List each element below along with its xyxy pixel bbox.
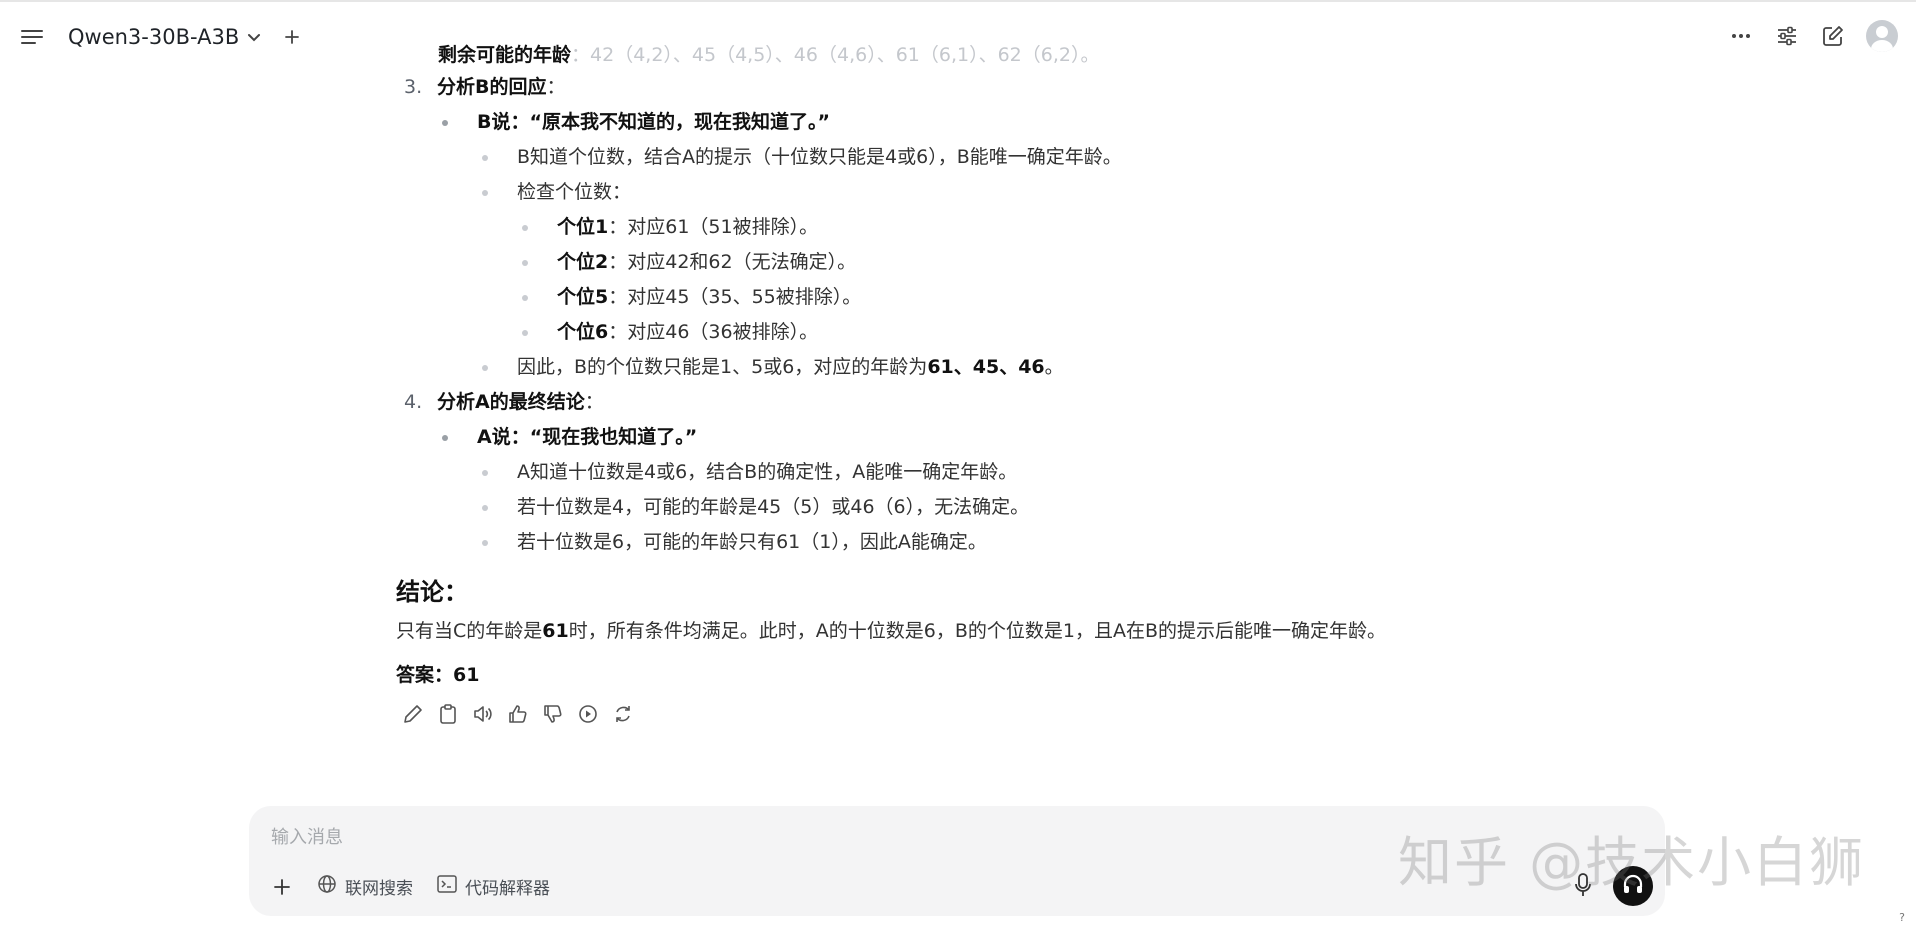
avatar[interactable]	[1866, 20, 1898, 52]
code-interpreter-label: 代码解释器	[465, 879, 550, 899]
list-item: B知道个位数，结合A的提示（十位数只能是4或6），B能唯一确定年龄。	[396, 140, 1476, 175]
attach-plus-icon[interactable]	[271, 876, 293, 898]
step-title: 分析B的回应	[437, 76, 547, 98]
list-item: 因此，B的个位数只能是1、5或6，对应的年龄为61、45、46。	[396, 350, 1476, 385]
conclusion-suffix: 时，所有条件均满足。此时，A的十位数是6，B的个位数是1，且A在B的提示后能唯一…	[568, 620, 1386, 642]
step-colon: ：	[546, 76, 566, 98]
conclusion-heading: 结论：	[396, 578, 468, 606]
message-actions	[402, 702, 634, 726]
web-search-label: 联网搜索	[345, 879, 413, 899]
regenerate-icon[interactable]	[612, 702, 634, 726]
digit-text: ：对应45（35、55被排除）。	[608, 286, 862, 308]
list-item: 检查个位数：	[396, 175, 1476, 210]
list-item: 个位2：对应42和62（无法确定）。	[396, 245, 1476, 280]
list-item: 若十位数是6，可能的年龄只有61（1），因此A能确定。	[396, 525, 1476, 560]
scrolled-line-label: 剩余可能的年龄	[438, 44, 572, 66]
list-item: 个位1：对应61（51被排除）。	[396, 210, 1476, 245]
scrolled-line-text: ：42（4,2）、45（4,5）、46（4,6）、61（6,1）、62（6,2）…	[571, 44, 1100, 66]
chevron-down-icon	[247, 28, 261, 47]
copy-icon[interactable]	[437, 702, 459, 726]
bullet	[442, 120, 448, 126]
bullet	[442, 435, 448, 441]
edit-icon[interactable]	[1820, 23, 1846, 49]
terminal-icon	[437, 875, 457, 898]
list-item-text: 检查个位数：	[517, 181, 632, 203]
scrolled-line: 剩余可能的年龄：42（4,2）、45（4,5）、46（4,6）、61（6,1）、…	[438, 40, 1099, 67]
digit-text: ：对应61（51被排除）。	[608, 216, 819, 238]
conclusion-text: 只有当C的年龄是61时，所有条件均满足。此时，A的十位数是6，B的个位数是1，且…	[396, 616, 1386, 643]
step-colon: ：	[584, 391, 604, 413]
list-item-text: A知道十位数是4或6，结合B的确定性，A能唯一确定年龄。	[517, 461, 1018, 483]
digit-label: 个位5	[557, 286, 609, 308]
bullet	[522, 330, 528, 336]
menu-icon[interactable]	[20, 25, 44, 49]
bullet	[482, 505, 488, 511]
list-item-text: 若十位数是4，可能的年龄是45（5）或46（6），无法确定。	[517, 496, 1030, 518]
watermark: 知乎 @技术小白狮	[1398, 831, 1866, 894]
therefore-suffix: 。	[1044, 356, 1064, 378]
play-icon[interactable]	[577, 702, 599, 726]
web-search-button[interactable]: 联网搜索	[317, 874, 413, 899]
edit-icon[interactable]	[402, 702, 424, 726]
quote-a: A说：“现在我也知道了。”	[477, 426, 698, 448]
help-icon[interactable]: ?	[1894, 910, 1910, 926]
list-item-text: B知道个位数，结合A的提示（十位数只能是4或6），B能唯一确定年龄。	[517, 146, 1122, 168]
answer: 答案：61	[396, 664, 480, 686]
thumbs-up-icon[interactable]	[507, 702, 529, 726]
list-item: A说：“现在我也知道了。”	[396, 420, 1476, 455]
message-input[interactable]	[271, 820, 1171, 854]
bullet	[482, 365, 488, 371]
bullet	[482, 540, 488, 546]
more-icon[interactable]	[1728, 23, 1754, 49]
bullet	[522, 225, 528, 231]
step-title: 分析A的最终结论	[437, 391, 585, 413]
step-4-heading: 4. 分析A的最终结论：	[396, 385, 1476, 420]
therefore-bold: 61、45、46	[927, 356, 1045, 378]
composer-toolbar: 联网搜索 代码解释器	[271, 874, 550, 899]
digit-text: ：对应46（36被排除）。	[608, 321, 819, 343]
model-selector[interactable]: Qwen3-30B-A3B	[68, 25, 261, 49]
list-item: 个位6：对应46（36被排除）。	[396, 315, 1476, 350]
digit-label: 个位1	[557, 216, 609, 238]
step-number: 4.	[404, 391, 423, 413]
bullet	[482, 155, 488, 161]
digit-label: 个位6	[557, 321, 609, 343]
thumbs-down-icon[interactable]	[542, 702, 564, 726]
digit-label: 个位2	[557, 251, 609, 273]
list-item: B说：“原本我不知道的，现在我知道了。”	[396, 105, 1476, 140]
quote-b: B说：“原本我不知道的，现在我知道了。”	[477, 111, 830, 133]
bullet	[482, 190, 488, 196]
assistant-message: 3. 分析B的回应： B说：“原本我不知道的，现在我知道了。” B知道个位数，结…	[396, 70, 1476, 560]
bullet	[522, 295, 528, 301]
digit-text: ：对应42和62（无法确定）。	[608, 251, 857, 273]
step-3-heading: 3. 分析B的回应：	[396, 70, 1476, 105]
list-item-text: 若十位数是6，可能的年龄只有61（1），因此A能确定。	[517, 531, 987, 553]
speaker-icon[interactable]	[472, 702, 494, 726]
top-bar-left: Qwen3-30B-A3B	[20, 20, 303, 54]
conclusion-bold: 61	[542, 620, 569, 642]
model-name: Qwen3-30B-A3B	[68, 25, 240, 49]
code-interpreter-button[interactable]: 代码解释器	[437, 874, 550, 899]
therefore-text: 因此，B的个位数只能是1、5或6，对应的年龄为	[517, 356, 928, 378]
list-item: 个位5：对应45（35、55被排除）。	[396, 280, 1476, 315]
conclusion-prefix: 只有当C的年龄是	[396, 620, 543, 642]
new-chat-plus-icon[interactable]	[281, 26, 303, 48]
list-item: A知道十位数是4或6，结合B的确定性，A能唯一确定年龄。	[396, 455, 1476, 490]
list-item: 若十位数是4，可能的年龄是45（5）或46（6），无法确定。	[396, 490, 1476, 525]
bullet	[482, 470, 488, 476]
step-number: 3.	[404, 76, 423, 98]
globe-icon	[317, 874, 337, 899]
bullet	[522, 260, 528, 266]
top-bar-right	[1728, 18, 1898, 54]
sliders-icon[interactable]	[1774, 23, 1800, 49]
